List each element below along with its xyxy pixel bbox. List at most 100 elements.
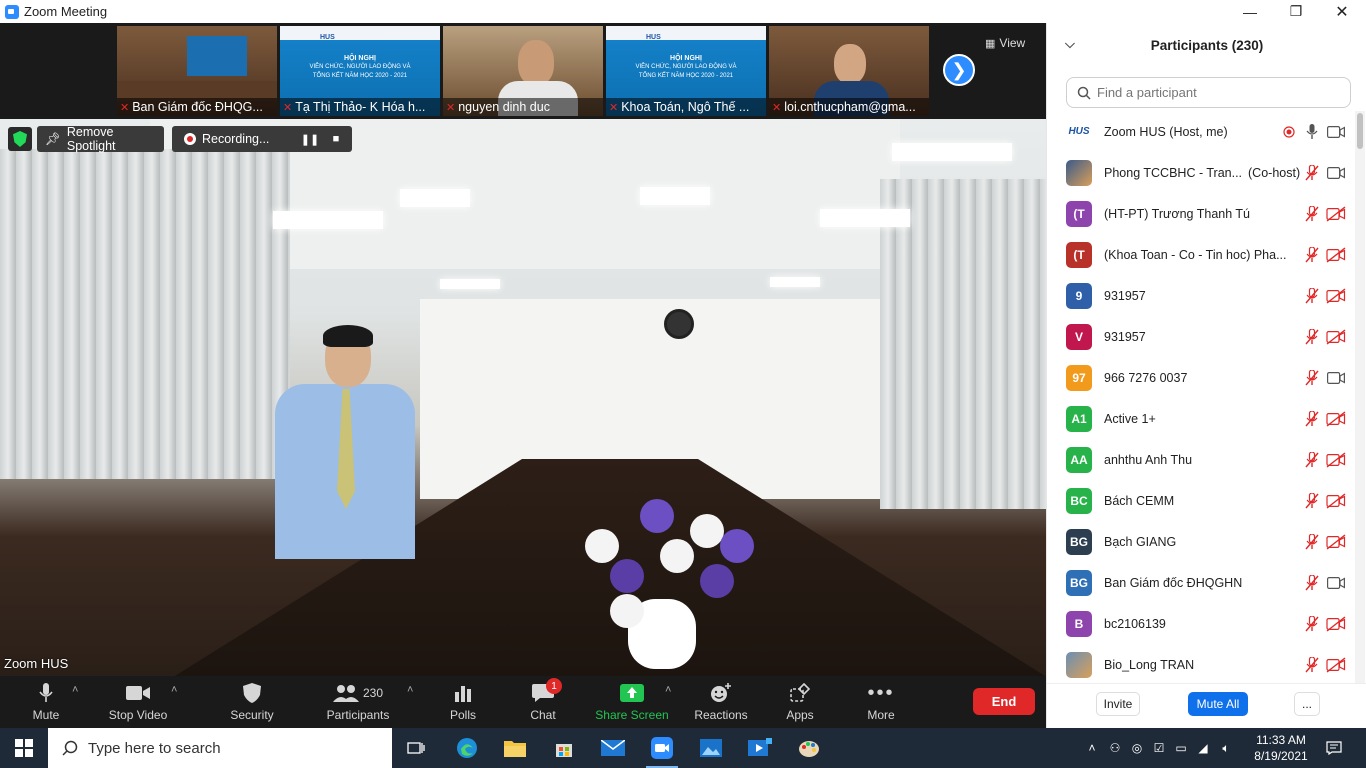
- participant-name: Zoom HUS (Host, me): [1104, 125, 1304, 139]
- video-off-icon: [1325, 286, 1347, 306]
- microphone-icon[interactable]: [1302, 122, 1322, 142]
- muted-microphone-icon[interactable]: [1302, 245, 1322, 265]
- next-page-button[interactable]: ❯: [943, 54, 975, 86]
- muted-microphone-icon[interactable]: [1302, 163, 1322, 183]
- participant-name: Ban Giám đốc ĐHQGHN: [1104, 576, 1304, 590]
- participant-name-text: anhthu Anh Thu: [1104, 452, 1193, 467]
- stop-recording-button[interactable]: ■: [324, 127, 348, 151]
- zoom-taskbar-button[interactable]: [638, 728, 686, 768]
- slide-header: HUS: [280, 26, 440, 41]
- video-thumbnail[interactable]: ✕ Ban Giám đốc ĐHQG...: [117, 26, 277, 116]
- participants-button[interactable]: 230 Participants: [322, 676, 394, 728]
- muted-microphone-icon[interactable]: [1302, 368, 1322, 388]
- muted-microphone-icon[interactable]: [1302, 532, 1322, 552]
- invite-button[interactable]: Invite: [1096, 692, 1140, 716]
- stop-video-button[interactable]: Stop Video: [103, 676, 173, 728]
- slide-line: TỔNG KẾT NĂM HỌC 2020 - 2021: [638, 73, 734, 79]
- video-thumbnail[interactable]: ✕ loi.cnthucpham@gma...: [769, 26, 929, 116]
- meeting-toolbar: Mute ˄ Stop Video ˄ Security 230 Partici…: [0, 676, 1046, 728]
- participant-row[interactable]: BC Bách CEMM: [1047, 480, 1355, 521]
- participant-row[interactable]: Bbc2106139: [1047, 603, 1355, 644]
- muted-microphone-icon[interactable]: [1302, 614, 1322, 634]
- participants-options-caret-icon[interactable]: ˄: [407, 684, 413, 696]
- video-thumbnail[interactable]: HUS HỘI NGHỊ VIÊN CHỨC, NGƯỜI LAO ĐỘNG V…: [280, 26, 440, 116]
- reactions-button[interactable]: Reactions: [692, 676, 750, 728]
- pause-recording-button[interactable]: ❚❚: [298, 127, 322, 151]
- more-button[interactable]: ••• More: [858, 676, 904, 728]
- end-meeting-button[interactable]: End: [973, 688, 1035, 715]
- show-hidden-icons-button[interactable]: ˄: [1082, 728, 1102, 768]
- share-options-caret-icon[interactable]: ˄: [665, 684, 671, 696]
- media-player-button[interactable]: [736, 728, 784, 768]
- participant-row[interactable]: Phong TCCBHC - Tran... (Co-host): [1047, 152, 1355, 193]
- search-input[interactable]: [1097, 85, 1337, 100]
- scrollbar-thumb[interactable]: [1357, 113, 1363, 149]
- taskbar-search[interactable]: Type here to search: [48, 728, 392, 768]
- recording-label: Recording...: [202, 132, 270, 146]
- avatar: (T: [1066, 200, 1092, 227]
- minimize-button[interactable]: —: [1227, 0, 1273, 23]
- share-screen-button[interactable]: Share Screen: [594, 676, 670, 728]
- notifications-button[interactable]: [1320, 728, 1348, 768]
- taskbar-clock[interactable]: 11:33 AM 8/19/2021: [1245, 728, 1317, 768]
- muted-microphone-icon[interactable]: [1302, 204, 1322, 224]
- photos-button[interactable]: [687, 728, 735, 768]
- task-view-button[interactable]: [392, 728, 440, 768]
- tray-network-icon[interactable]: ▭: [1170, 728, 1192, 768]
- muted-microphone-icon[interactable]: [1302, 286, 1322, 306]
- tray-wifi-icon[interactable]: ◢: [1192, 728, 1214, 768]
- microsoft-store-button[interactable]: [540, 728, 588, 768]
- participant-row[interactable]: A1 Active 1+: [1047, 398, 1355, 439]
- muted-microphone-icon[interactable]: [1302, 409, 1322, 429]
- paint-button[interactable]: [785, 728, 833, 768]
- participant-list-scrollbar[interactable]: [1355, 111, 1365, 683]
- close-button[interactable]: ✕: [1319, 0, 1365, 23]
- polls-button[interactable]: Polls: [440, 676, 486, 728]
- chevron-down-icon[interactable]: ⌵: [1065, 36, 1075, 52]
- video-thumbnail[interactable]: ✕ nguyen dinh duc: [443, 26, 603, 116]
- muted-microphone-icon[interactable]: [1302, 655, 1322, 675]
- participant-name-text: 966 7276 0037: [1104, 370, 1188, 385]
- video-thumbnail[interactable]: HUS HỘI NGHỊ VIÊN CHỨC, NGƯỜI LAO ĐỘNG V…: [606, 26, 766, 116]
- maximize-button[interactable]: ❐: [1273, 0, 1319, 23]
- edge-browser-button[interactable]: [443, 728, 491, 768]
- grid-icon: ▦: [985, 37, 996, 50]
- muted-microphone-icon[interactable]: [1302, 450, 1322, 470]
- apps-button[interactable]: Apps: [778, 676, 822, 728]
- participant-row[interactable]: BG Bạch GIANG: [1047, 521, 1355, 562]
- participant-row[interactable]: (T (HT-PT) Trương Thanh Tú: [1047, 193, 1355, 234]
- view-button[interactable]: ▦ View: [985, 33, 1045, 53]
- security-button[interactable]: Security: [224, 676, 280, 728]
- participant-row[interactable]: 97 966 7276 0037: [1047, 357, 1355, 398]
- mail-button[interactable]: [589, 728, 637, 768]
- more-options-button[interactable]: ...: [1294, 692, 1320, 716]
- mute-options-caret-icon[interactable]: ˄: [72, 684, 78, 696]
- media-player-icon: [748, 738, 772, 756]
- participant-row[interactable]: BG Ban Giám đốc ĐHQGHN: [1047, 562, 1355, 603]
- participant-row[interactable]: AA anhthu Anh Thu: [1047, 439, 1355, 480]
- participant-row[interactable]: (T (Khoa Toan - Co - Tin hoc) Pha...: [1047, 234, 1355, 275]
- start-button[interactable]: [0, 728, 48, 768]
- muted-microphone-icon[interactable]: [1302, 327, 1322, 347]
- tray-webcam-icon[interactable]: ◎: [1126, 728, 1148, 768]
- chevron-right-icon: ❯: [951, 59, 967, 80]
- mute-all-button[interactable]: Mute All: [1188, 692, 1248, 716]
- security-shield-button[interactable]: [8, 127, 32, 151]
- participant-row[interactable]: V 931957: [1047, 316, 1355, 357]
- participant-search[interactable]: [1066, 77, 1351, 108]
- remove-spotlight-button[interactable]: 📌︎ Remove Spotlight: [37, 125, 164, 153]
- file-explorer-button[interactable]: [491, 728, 539, 768]
- tray-volume-icon[interactable]: 🔈︎: [1214, 728, 1238, 768]
- video-scene: [640, 499, 674, 533]
- muted-microphone-icon[interactable]: [1302, 573, 1322, 593]
- video-options-caret-icon[interactable]: ˄: [171, 684, 177, 696]
- participant-row[interactable]: HUS Zoom HUS (Host, me): [1047, 111, 1355, 152]
- participant-row[interactable]: Bio_Long TRAN: [1047, 644, 1355, 683]
- pin-icon: 📌︎: [45, 131, 61, 146]
- participant-row[interactable]: 9 931957: [1047, 275, 1355, 316]
- mute-button[interactable]: Mute: [18, 676, 74, 728]
- participant-name: anhthu Anh Thu: [1104, 453, 1304, 467]
- tray-people-icon[interactable]: ⚇: [1104, 728, 1126, 768]
- muted-microphone-icon[interactable]: [1302, 491, 1322, 511]
- tray-security-icon[interactable]: ☑: [1148, 728, 1170, 768]
